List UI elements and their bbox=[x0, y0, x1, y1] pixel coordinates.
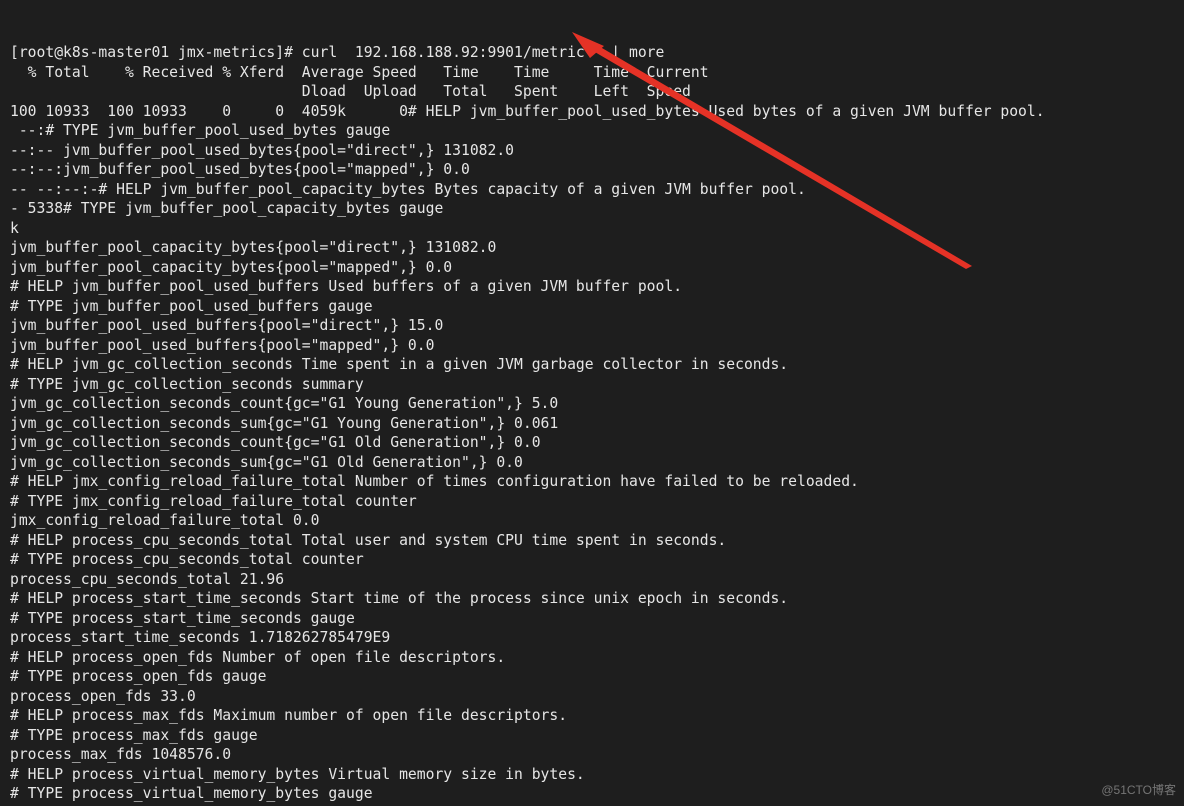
terminal-line: # TYPE process_open_fds gauge bbox=[10, 667, 1174, 687]
terminal-line: process_open_fds 33.0 bbox=[10, 687, 1174, 707]
terminal-line: # HELP jvm_gc_collection_seconds Time sp… bbox=[10, 355, 1174, 375]
terminal-line: # TYPE process_cpu_seconds_total counter bbox=[10, 550, 1174, 570]
terminal-line: % Total % Received % Xferd Average Speed… bbox=[10, 63, 1174, 83]
terminal-line: # HELP process_start_time_seconds Start … bbox=[10, 589, 1174, 609]
terminal-line: jvm_gc_collection_seconds_sum{gc="G1 You… bbox=[10, 414, 1174, 434]
terminal-line: --:-- jvm_buffer_pool_used_bytes{pool="d… bbox=[10, 141, 1174, 161]
terminal-line: - 5338# TYPE jvm_buffer_pool_capacity_by… bbox=[10, 199, 1174, 219]
terminal-line: process_max_fds 1048576.0 bbox=[10, 745, 1174, 765]
terminal-line: jmx_config_reload_failure_total 0.0 bbox=[10, 511, 1174, 531]
terminal-output: [root@k8s-master01 jmx-metrics]# curl 19… bbox=[10, 43, 1174, 806]
terminal-line: jvm_gc_collection_seconds_count{gc="G1 O… bbox=[10, 433, 1174, 453]
terminal-line: [root@k8s-master01 jmx-metrics]# curl 19… bbox=[10, 43, 1174, 63]
terminal-line: k bbox=[10, 219, 1174, 239]
terminal-line: # HELP process_virtual_memory_bytes Virt… bbox=[10, 765, 1174, 785]
terminal-line: # TYPE process_max_fds gauge bbox=[10, 726, 1174, 746]
terminal-line: # TYPE process_virtual_memory_bytes gaug… bbox=[10, 784, 1174, 804]
terminal-line: --:--:jvm_buffer_pool_used_bytes{pool="m… bbox=[10, 160, 1174, 180]
terminal-line: # HELP jmx_config_reload_failure_total N… bbox=[10, 472, 1174, 492]
terminal-line: -- --:--:-# HELP jvm_buffer_pool_capacit… bbox=[10, 180, 1174, 200]
terminal-line: --:# TYPE jvm_buffer_pool_used_bytes gau… bbox=[10, 121, 1174, 141]
terminal-window[interactable]: [root@k8s-master01 jmx-metrics]# curl 19… bbox=[0, 0, 1184, 806]
terminal-line: jvm_gc_collection_seconds_count{gc="G1 Y… bbox=[10, 394, 1174, 414]
terminal-line: jvm_buffer_pool_capacity_bytes{pool="dir… bbox=[10, 238, 1174, 258]
terminal-line: jvm_gc_collection_seconds_sum{gc="G1 Old… bbox=[10, 453, 1174, 473]
terminal-line: # HELP process_open_fds Number of open f… bbox=[10, 648, 1174, 668]
terminal-line: process_start_time_seconds 1.71826278547… bbox=[10, 628, 1174, 648]
terminal-line: jvm_buffer_pool_used_buffers{pool="mappe… bbox=[10, 336, 1174, 356]
terminal-line: jvm_buffer_pool_used_buffers{pool="direc… bbox=[10, 316, 1174, 336]
terminal-line: # TYPE jvm_gc_collection_seconds summary bbox=[10, 375, 1174, 395]
terminal-line: process_cpu_seconds_total 21.96 bbox=[10, 570, 1174, 590]
terminal-line: # TYPE process_start_time_seconds gauge bbox=[10, 609, 1174, 629]
watermark-text: @51CTO博客 bbox=[1101, 781, 1176, 801]
terminal-line: # HELP jvm_buffer_pool_used_buffers Used… bbox=[10, 277, 1174, 297]
terminal-line: # TYPE jvm_buffer_pool_used_buffers gaug… bbox=[10, 297, 1174, 317]
terminal-line: jvm_buffer_pool_capacity_bytes{pool="map… bbox=[10, 258, 1174, 278]
terminal-line: # HELP process_max_fds Maximum number of… bbox=[10, 706, 1174, 726]
terminal-line: # TYPE jmx_config_reload_failure_total c… bbox=[10, 492, 1174, 512]
terminal-line: Dload Upload Total Spent Left Speed bbox=[10, 82, 1174, 102]
terminal-line: 100 10933 100 10933 0 0 4059k 0# HELP jv… bbox=[10, 102, 1174, 122]
terminal-line: # HELP process_cpu_seconds_total Total u… bbox=[10, 531, 1174, 551]
